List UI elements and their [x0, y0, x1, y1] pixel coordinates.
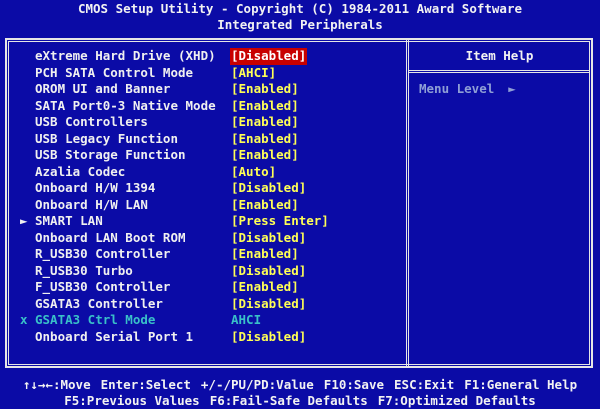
- setting-label: USB Controllers: [35, 114, 148, 129]
- setting-row[interactable]: USB Storage Function [Enabled]: [0, 147, 406, 164]
- setting-value[interactable]: [Enabled]: [231, 197, 299, 214]
- key-hint: F6:Fail-Safe Defaults: [209, 393, 368, 408]
- submenu-arrow-icon: ►: [20, 213, 28, 228]
- setting-value[interactable]: [Enabled]: [231, 147, 299, 164]
- page-title: Integrated Peripherals: [217, 17, 383, 32]
- setting-row[interactable]: USB Controllers [Enabled]: [0, 114, 406, 131]
- help-separator: [409, 70, 590, 73]
- setting-value[interactable]: [Disabled]: [231, 296, 306, 313]
- setting-value[interactable]: [AHCI]: [231, 65, 276, 82]
- setting-row[interactable]: Onboard Serial Port 1 [Disabled]: [0, 329, 406, 346]
- key-hint: F7:Optimized Defaults: [377, 393, 536, 408]
- setting-label: Onboard LAN Boot ROM: [35, 229, 186, 245]
- setting-value[interactable]: [Press Enter]: [231, 213, 329, 230]
- setting-label: Onboard Serial Port 1: [35, 328, 194, 344]
- setting-label: SMART LAN: [35, 213, 103, 228]
- key-hint: ↑↓→←:Move: [22, 377, 91, 392]
- setting-row[interactable]: Onboard H/W 1394 [Disabled]: [0, 180, 406, 197]
- setting-value[interactable]: [Enabled]: [231, 246, 299, 263]
- setting-row[interactable]: Onboard LAN Boot ROM [Disabled]: [0, 230, 406, 247]
- setting-row[interactable]: Onboard H/W LAN [Enabled]: [0, 197, 406, 214]
- key-hint: Enter:Select: [100, 377, 191, 392]
- setting-row[interactable]: Azalia Codec [Auto]: [0, 164, 406, 181]
- setting-value[interactable]: [Enabled]: [231, 279, 299, 296]
- menu-level-label: Menu Level: [419, 81, 495, 96]
- setting-value[interactable]: [Enabled]: [231, 98, 299, 115]
- setting-row[interactable]: F_USB30 Controller [Enabled]: [0, 279, 406, 296]
- setting-value[interactable]: [Disabled]: [231, 230, 306, 247]
- setting-label: Onboard H/W 1394: [35, 180, 156, 195]
- setting-row[interactable]: R_USB30 Controller [Enabled]: [0, 246, 406, 263]
- setting-value: AHCI: [231, 312, 262, 327]
- setting-row[interactable]: PCH SATA Control Mode [AHCI]: [0, 65, 406, 82]
- settings-list: eXtreme Hard Drive (XHD) [Disabled] PCH SA…: [0, 48, 406, 345]
- setting-label: eXtreme Hard Drive (XHD): [35, 48, 216, 63]
- setting-row[interactable]: R_USB30 Turbo [Disabled]: [0, 263, 406, 280]
- setting-label: Onboard H/W LAN: [35, 196, 148, 212]
- item-help-title: Item Help: [465, 48, 534, 63]
- setting-value[interactable]: [Enabled]: [231, 114, 299, 131]
- footer-keys-line2: F5:Previous Values F6:Fail-Safe Defaults F…: [0, 393, 600, 409]
- setting-label: OROM UI and Banner: [35, 81, 171, 96]
- setting-label: SATA Port0-3 Native Mode: [35, 97, 216, 113]
- setting-row[interactable]: GSATA3 Controller [Disabled]: [0, 296, 406, 313]
- setting-label: F_USB30 Controller: [35, 279, 171, 294]
- setting-label: PCH SATA Control Mode: [35, 64, 194, 80]
- setting-label: R_USB30 Turbo: [35, 262, 133, 278]
- setting-row: x GSATA3 Ctrl Mode AHCI: [0, 312, 406, 329]
- key-hint: F5:Previous Values: [64, 393, 200, 408]
- disabled-mark-icon: x: [20, 312, 28, 327]
- setting-row[interactable]: OROM UI and Banner [Enabled]: [0, 81, 406, 98]
- footer-keys-line1: ↑↓→←:Move Enter:Select +/-/PU/PD:Value F10:…: [0, 377, 600, 393]
- utility-title: CMOS Setup Utility - Copyright (C) 1984-…: [77, 1, 522, 16]
- setting-value[interactable]: [Disabled]: [230, 48, 308, 65]
- setting-value[interactable]: [Disabled]: [231, 329, 306, 346]
- setting-row[interactable]: eXtreme Hard Drive (XHD) [Disabled]: [0, 48, 406, 65]
- setting-label: GSATA3 Ctrl Mode: [35, 312, 156, 327]
- key-hint: F1:General Help: [464, 377, 578, 392]
- setting-row[interactable]: SATA Port0-3 Native Mode [Enabled]: [0, 98, 406, 115]
- panel-divider: [406, 40, 409, 366]
- menu-level-indicator: Menu Level ►: [419, 81, 516, 97]
- setting-value[interactable]: [Disabled]: [231, 180, 306, 197]
- setting-label: R_USB30 Controller: [35, 246, 171, 261]
- key-hint: +/-/PU/PD:Value: [200, 377, 314, 392]
- setting-row[interactable]: ► SMART LAN [Press Enter]: [0, 213, 406, 230]
- setting-label: GSATA3 Controller: [35, 295, 163, 311]
- menu-level-arrow-icon: ►: [508, 81, 516, 96]
- setting-value[interactable]: [Enabled]: [231, 81, 299, 98]
- setting-label: USB Legacy Function: [35, 130, 178, 146]
- setting-label: Azalia Codec: [35, 163, 126, 179]
- setting-value[interactable]: [Enabled]: [231, 131, 299, 148]
- setting-value[interactable]: [Auto]: [231, 164, 276, 181]
- setting-row[interactable]: USB Legacy Function [Enabled]: [0, 131, 406, 148]
- key-hint: ESC:Exit: [394, 377, 455, 392]
- key-hint: F10:Save: [323, 377, 385, 392]
- setting-value[interactable]: [Disabled]: [231, 263, 306, 280]
- setting-label: USB Storage Function: [35, 147, 186, 162]
